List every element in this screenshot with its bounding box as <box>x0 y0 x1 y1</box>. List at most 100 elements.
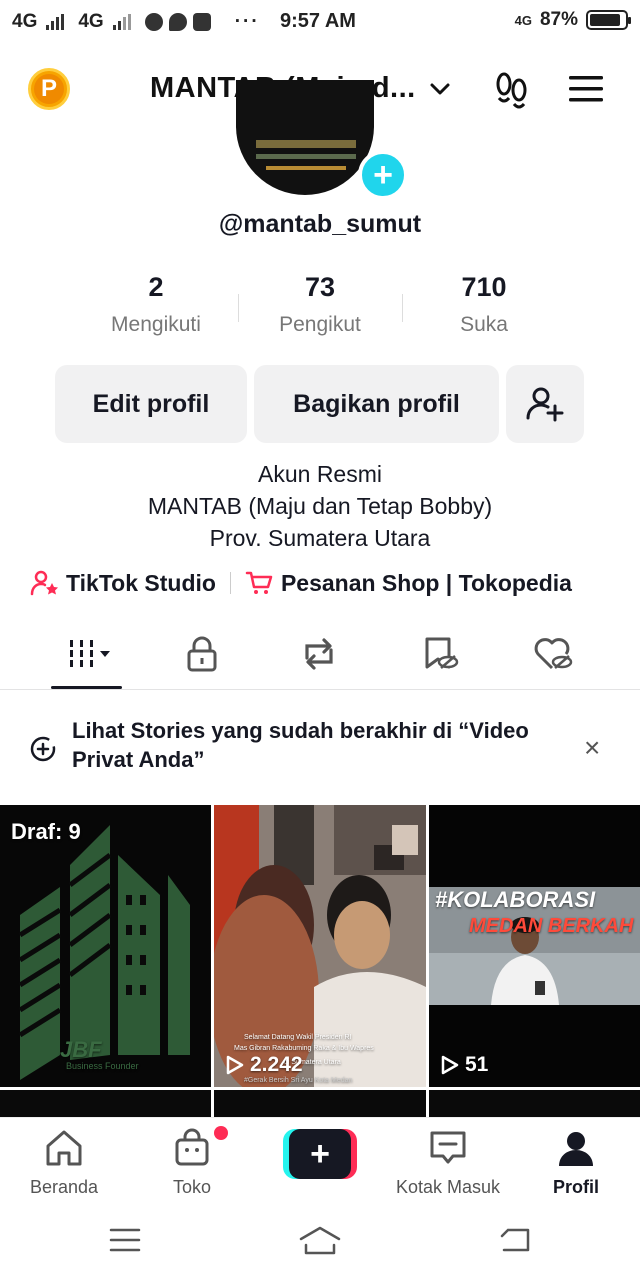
nav-shop[interactable]: Toko <box>128 1128 256 1198</box>
videos-grid-icon <box>70 640 110 667</box>
video-tile[interactable]: #KOLABORASI MEDAN BERKAH 51 <box>429 805 640 1087</box>
tab-private[interactable] <box>172 634 232 674</box>
stories-notice[interactable]: Lihat Stories yang sudah berakhir di “Vi… <box>0 706 640 792</box>
username: @mantab_sumut <box>218 210 422 238</box>
bio-line: Prov. Sumatera Utara <box>209 525 431 551</box>
add-user-icon <box>526 387 564 422</box>
shop-label: Pesanan Shop | Tokopedia <box>280 569 572 596</box>
stat-label: Pengikut <box>279 313 361 336</box>
banner-line: MEDAN BERKAH <box>469 915 634 937</box>
battery-icon <box>586 10 631 30</box>
drafts-thumbnail <box>18 825 190 1080</box>
nav-home[interactable]: Beranda <box>0 1128 128 1198</box>
bio-line: MANTAB (Maju dan Tetap Bobby) <box>147 493 493 519</box>
video-tile[interactable]: Selamat Datang Wakil Presiden RI Mas Gib… <box>214 805 426 1087</box>
vpn-icon <box>144 13 163 31</box>
stat-value: 710 <box>461 272 507 302</box>
video-grid: JBF Business Founder Draf: 9 Selamat Dat… <box>0 805 640 1117</box>
chevron-down-icon <box>430 83 450 94</box>
caption-line: Mas Gibran Rakabuming Raka & Ibu Wapres <box>234 1045 374 1052</box>
stat-likes[interactable]: 710 Suka <box>404 272 564 337</box>
avatar[interactable] <box>236 80 374 195</box>
nav-profile[interactable]: Profil <box>512 1128 640 1198</box>
menu-icon[interactable] <box>568 74 604 104</box>
bio-line: Akun Resmi <box>258 461 382 487</box>
tab-videos[interactable] <box>60 634 120 674</box>
home-button-icon[interactable] <box>298 1225 342 1257</box>
battery-percent: 87% <box>539 9 578 30</box>
tab-saved[interactable] <box>409 634 469 674</box>
status-bar: 4G 4G ··· 9:57 AM 4G 87% <box>0 0 640 44</box>
clock: 9:57 AM <box>280 10 356 32</box>
tab-liked[interactable] <box>523 634 583 674</box>
share-profile-button[interactable]: Bagikan profil <box>254 365 499 443</box>
bag-icon <box>192 13 211 31</box>
stat-followers[interactable]: 73 Pengikut <box>240 272 400 337</box>
shop-icon <box>175 1128 209 1166</box>
studio-label: TikTok Studio <box>66 569 216 596</box>
caption-line: #Gerak Bersih Sri Ayu Kota Medan <box>244 1077 353 1084</box>
active-tab-indicator <box>51 686 122 689</box>
points-badge[interactable]: P <box>28 68 70 110</box>
nav-label: Beranda <box>29 1177 99 1197</box>
play-icon <box>226 1055 244 1075</box>
profile-stats: 2 Mengikuti 73 Pengikut 710 Suka <box>0 272 640 348</box>
saved-hidden-icon <box>425 637 459 669</box>
signal-icon <box>46 14 65 30</box>
studio-icon <box>30 570 58 596</box>
notice-text: Lihat Stories yang sudah berakhir di “Vi… <box>72 718 529 772</box>
video-tile[interactable] <box>429 1090 640 1117</box>
close-icon[interactable]: × <box>584 734 600 762</box>
video-tile[interactable] <box>0 1090 211 1117</box>
cart-icon <box>245 571 273 594</box>
plus-icon: + <box>289 1129 351 1179</box>
view-count: 2.242 <box>226 1053 303 1077</box>
profile-bio: Akun Resmi MANTAB (Maju dan Tetap Bobby)… <box>0 458 640 554</box>
edit-profile-button[interactable]: Edit profil <box>55 365 247 443</box>
stories-icon <box>30 736 56 762</box>
liked-hidden-icon <box>534 638 573 670</box>
profile-links: TikTok Studio Pesanan Shop | Tokopedia <box>30 566 572 600</box>
banner-line: #KOLABORASI <box>435 887 596 912</box>
lock-icon <box>187 636 217 672</box>
inbox-icon <box>430 1131 466 1164</box>
stat-value: 2 <box>148 272 164 302</box>
network-label: 4G <box>12 11 38 32</box>
signal-icon-2 <box>112 14 131 30</box>
divider <box>229 572 231 594</box>
network-label-2: 4G <box>78 11 104 32</box>
add-friends-button[interactable] <box>506 365 584 443</box>
stat-label: Suka <box>460 313 508 336</box>
repost-icon <box>305 638 333 670</box>
tab-reposts[interactable] <box>289 634 349 674</box>
tiktok-studio-link[interactable]: TikTok Studio <box>30 569 216 597</box>
add-story-button[interactable]: + <box>358 150 408 200</box>
footprint-icon[interactable] <box>492 70 532 110</box>
back-icon[interactable] <box>498 1225 532 1255</box>
nav-inbox[interactable]: Kotak Masuk <box>384 1128 512 1198</box>
brand-tagline: Business Founder <box>66 1061 139 1071</box>
play-icon <box>441 1055 459 1075</box>
brand-logo: JBF <box>60 1037 102 1062</box>
nav-label: Profil <box>552 1177 599 1197</box>
stat-value: 73 <box>304 272 336 302</box>
network-right: 4G <box>514 12 532 28</box>
video-thumbnail <box>429 887 640 1005</box>
nav-label: Kotak Masuk <box>395 1177 501 1197</box>
recent-apps-icon[interactable] <box>108 1225 142 1255</box>
stat-label: Mengikuti <box>111 313 201 336</box>
divider <box>238 294 239 322</box>
profile-tabs <box>0 628 640 690</box>
nav-label: Toko <box>172 1177 212 1197</box>
divider <box>402 294 403 322</box>
draft-count: Draf: 9 <box>11 819 81 844</box>
more-notifications-icon: ··· <box>234 11 260 32</box>
drafts-tile[interactable]: JBF Business Founder Draf: 9 <box>0 805 211 1087</box>
shop-orders-link[interactable]: Pesanan Shop | Tokopedia <box>245 569 572 597</box>
stat-following[interactable]: 2 Mengikuti <box>76 272 236 337</box>
caption-line: Selamat Datang Wakil Presiden RI <box>244 1034 352 1041</box>
notification-dot <box>214 1126 228 1140</box>
video-tile[interactable] <box>214 1090 426 1117</box>
view-count: 51 <box>441 1053 488 1077</box>
create-button[interactable]: + <box>283 1129 357 1179</box>
